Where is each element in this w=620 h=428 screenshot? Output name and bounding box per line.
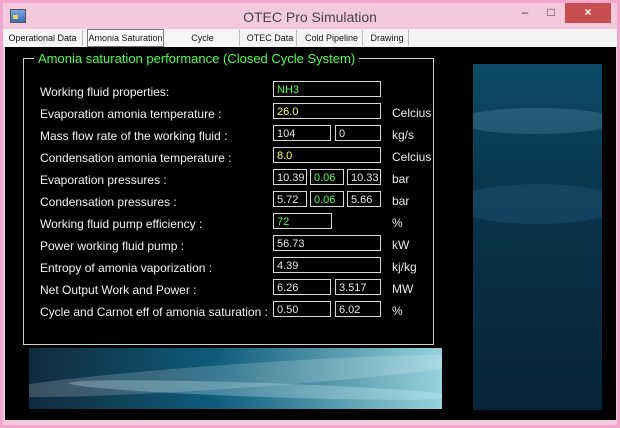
efficiency-label: Cycle and Carnot eff of amonia saturatio… (40, 305, 268, 319)
entropy-field[interactable]: 4.39 (273, 257, 381, 273)
evaporation-pressure-field-3[interactable]: 10.33 (347, 169, 381, 185)
title-bar[interactable]: OTEC Pro Simulation – □ × (3, 3, 617, 29)
evaporation-pressure-unit: bar (392, 172, 410, 186)
tab-amonia-saturation[interactable]: Amonia Saturation (87, 29, 164, 47)
minimize-button[interactable]: – (512, 3, 538, 23)
cycle-efficiency-field[interactable]: 0.50 (273, 301, 331, 317)
net-output-power-field[interactable]: 3.517 (335, 279, 381, 295)
maximize-button[interactable]: □ (538, 3, 564, 23)
evaporation-temperature-unit: Celcius (392, 106, 432, 120)
mass-flow-rate-field[interactable]: 104 (273, 125, 331, 141)
tab-cold-pipeline[interactable]: Cold Pipeline (301, 30, 363, 46)
working-fluid-properties-field[interactable]: NH3 (273, 81, 381, 97)
carnot-efficiency-field[interactable]: 6.02 (335, 301, 381, 317)
ocean-banner-image (29, 348, 442, 409)
entropy-unit: kj/kg (392, 260, 417, 274)
mass-flow-rate-unit: kg/s (392, 128, 415, 142)
pump-efficiency-label: Working fluid pump efficiency : (40, 217, 203, 231)
amonia-saturation-panel: Amonia saturation performance (Closed Cy… (23, 51, 434, 345)
simulation-content: Amonia saturation performance (Closed Cy… (5, 47, 616, 420)
pump-power-label: Power working fluid pump : (40, 239, 185, 253)
evaporation-temperature-label: Evaporation amonia temperature : (40, 107, 222, 121)
evaporation-pressures-label: Evaporation pressures : (40, 173, 167, 187)
condensation-temperature-unit: Celcius (392, 150, 432, 164)
panel-title: Amonia saturation performance (Closed Cy… (34, 51, 360, 66)
entropy-label: Entropy of amonia vaporization : (40, 261, 213, 275)
condensation-pressure-unit: bar (392, 194, 410, 208)
mass-flow-rate-secondary-field[interactable]: 0 (335, 125, 381, 141)
net-output-work-field[interactable]: 6.26 (273, 279, 331, 295)
evaporation-pressure-field-2[interactable]: 0.06 (310, 169, 344, 185)
evaporation-pressure-field-1[interactable]: 10.39 (273, 169, 307, 185)
efficiency-unit: % (392, 304, 403, 318)
tab-drawing[interactable]: Drawing (366, 30, 409, 46)
tab-operational-data[interactable]: Operational Data (3, 30, 83, 46)
main-window: OTEC Pro Simulation – □ × Operational Da… (0, 0, 620, 428)
close-button[interactable]: × (565, 3, 611, 23)
tab-otec-data[interactable]: OTEC Data (244, 30, 297, 46)
evaporation-temperature-field[interactable]: 26.0 (273, 103, 381, 119)
net-output-unit: MW (392, 282, 414, 296)
mass-flow-rate-label: Mass flow rate of the working fluid : (40, 129, 228, 143)
pump-power-unit: kW (392, 238, 410, 252)
condensation-temperature-label: Condensation amonia temperature : (40, 151, 232, 165)
condensation-pressure-field-1[interactable]: 5.72 (273, 191, 307, 207)
tab-cycle-performance[interactable]: Cycle Performance (166, 30, 240, 59)
condensation-pressure-field-3[interactable]: 5.66 (347, 191, 381, 207)
ocean-side-image (473, 64, 602, 410)
pump-efficiency-unit: % (392, 216, 403, 230)
working-fluid-properties-label: Working fluid properties: (40, 85, 170, 99)
pump-efficiency-field[interactable]: 72 (273, 213, 332, 229)
condensation-pressures-label: Condensation pressures : (40, 195, 177, 209)
pump-power-field[interactable]: 56.73 (273, 235, 381, 251)
net-output-label: Net Output Work and Power : (40, 283, 197, 297)
condensation-pressure-field-2[interactable]: 0.06 (310, 191, 344, 207)
tab-strip: Operational Data Amonia Saturation Cycle… (3, 29, 617, 59)
condensation-temperature-field[interactable]: 8.0 (273, 147, 381, 163)
